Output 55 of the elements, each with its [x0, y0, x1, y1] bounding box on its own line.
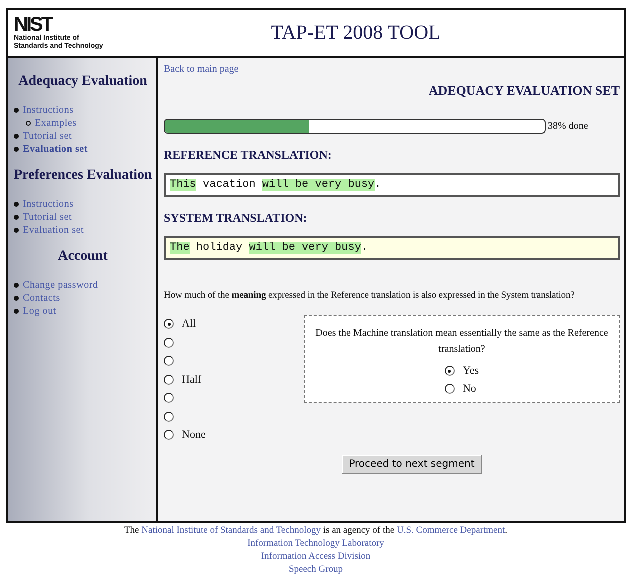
- bullet-icon: [14, 215, 19, 220]
- proceed-button[interactable]: Proceed to next segment: [342, 454, 482, 474]
- footer-link[interactable]: Information Technology Laboratory: [248, 538, 384, 551]
- footer-link[interactable]: Information Access Division: [261, 551, 371, 564]
- radio-label: Yes: [462, 365, 479, 377]
- page-title: TAP-ET 2008 TOOL: [270, 22, 442, 44]
- sidebar-link[interactable]: Instructions: [23, 104, 74, 117]
- footer-link[interactable]: U.S. Commerce Department: [396, 526, 506, 536]
- radio-button[interactable]: [164, 319, 174, 330]
- radio-button[interactable]: [164, 356, 174, 366]
- question-text: How much of the meaning expressed in the Reference translation is also expressed in the System translation?: [164, 290, 575, 301]
- radio-button[interactable]: [444, 366, 455, 376]
- footer-link[interactable]: National Institute of Standards and Technology: [142, 526, 321, 536]
- footer-link[interactable]: Speech Group: [288, 564, 344, 577]
- sidebar-link[interactable]: Contacts: [23, 292, 60, 305]
- radio-button[interactable]: [164, 393, 174, 404]
- bullet-icon: [14, 228, 19, 233]
- system-heading: SYSTEM TRANSLATION:: [164, 211, 308, 226]
- radio-label: None: [182, 429, 206, 442]
- sidebar-link[interactable]: Examples: [35, 117, 77, 130]
- back-link[interactable]: Back to main page: [164, 64, 239, 75]
- sidebar-link[interactable]: Evaluation set: [23, 224, 84, 237]
- radio-label: Half: [182, 374, 202, 386]
- sidebar-link[interactable]: Evaluation set: [23, 143, 88, 156]
- bullet-icon: [26, 121, 31, 126]
- sidebar-link[interactable]: Instructions: [23, 198, 74, 211]
- radio-label: No: [462, 383, 476, 395]
- bullet-icon: [14, 147, 19, 152]
- bullet-icon: [14, 108, 19, 113]
- radio-button[interactable]: [164, 412, 174, 422]
- radio-button[interactable]: [164, 430, 174, 440]
- system-text: The holiday will be very busy.: [164, 236, 620, 260]
- yes-no-question: Does the Machine translation mean essentially the same as the Reference translation?: [314, 327, 610, 357]
- sidebar-heading: Account: [58, 249, 108, 265]
- reference-text: This vacation will be very busy.: [164, 173, 620, 197]
- progress-reading: 38% done: [548, 121, 588, 132]
- bullet-icon: [14, 309, 19, 314]
- radio-button[interactable]: [444, 384, 455, 394]
- bullet-icon: [14, 296, 19, 301]
- sidebar-heading: Adequacy Evaluation: [18, 74, 148, 90]
- sidebar-heading: Preferences Evaluation: [14, 168, 152, 184]
- logo-wordmark: NIST: [14, 15, 52, 35]
- radio-button[interactable]: [164, 374, 174, 385]
- radio-button[interactable]: [164, 338, 174, 348]
- sidebar-link[interactable]: Change password: [23, 279, 98, 292]
- bullet-icon: [14, 283, 19, 288]
- sidebar-link[interactable]: Tutorial set: [23, 211, 72, 224]
- sidebar-link[interactable]: Log out: [23, 305, 56, 318]
- reference-heading: REFERENCE TRANSLATION:: [164, 148, 332, 163]
- section-title: ADEQUACY EVALUATION SET: [428, 83, 620, 99]
- footer-statement: The National Institute of Standards and Technology is an agency of the U.S. Commerce Department.: [124, 525, 508, 538]
- bullet-icon: [14, 202, 19, 207]
- sidebar-link[interactable]: Tutorial set: [23, 130, 72, 143]
- bullet-icon: [14, 134, 19, 139]
- radio-label: All: [182, 318, 196, 330]
